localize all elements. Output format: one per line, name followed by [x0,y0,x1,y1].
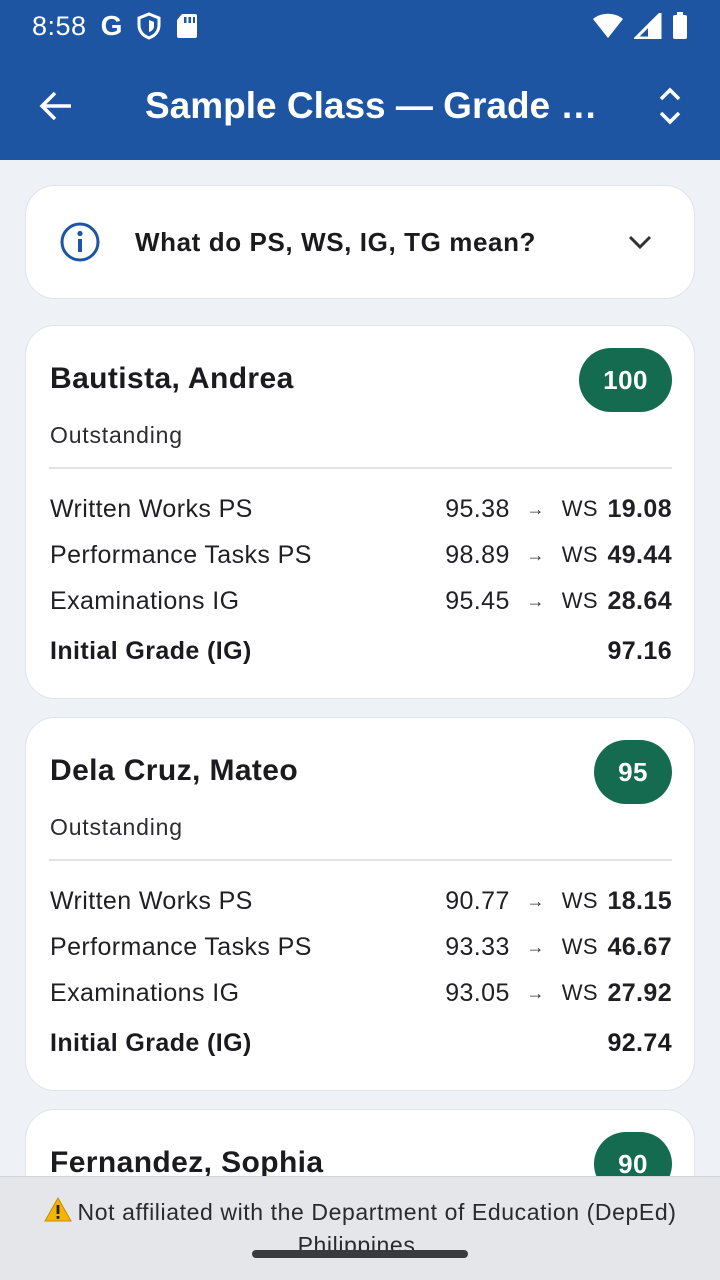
warning-icon [43,1197,72,1222]
google-icon: G [100,10,123,41]
component-rows: Written Works PS 95.38 → WS 19.08 Perfor… [50,486,672,624]
weighted-score: 19.08 [607,494,672,523]
student-card-header: Dela Cruz, Mateo 95 [26,718,694,828]
initial-grade-value: 97.16 [607,637,672,665]
status-right-icons [592,12,688,40]
component-row: Performance Tasks PS 98.89 → WS 49.44 [50,532,672,578]
arrow-right-icon: → [526,890,545,911]
student-name: Dela Cruz, Mateo [50,754,299,787]
initial-grade-label: Initial Grade (IG) [50,637,252,665]
ws-label: WS [561,980,598,1005]
grade-badge: 100 [579,348,672,412]
weighted-score: 49.44 [607,540,672,569]
battery-icon [673,12,687,39]
grade-badge: 90 [594,1132,672,1176]
initial-grade-label: Initial Grade (IG) [50,1029,252,1057]
unfold-icon [659,87,681,125]
wifi-icon [593,13,623,38]
status-time: 8:58 [32,10,87,41]
arrow-right-icon: → [526,590,545,611]
arrow-right-icon: → [526,498,545,519]
shield-icon [137,12,161,40]
weighted-score: 18.15 [607,886,672,915]
percentage-score: 95.38 [445,494,510,523]
legend-expander[interactable]: What do PS, WS, IG, TG mean? [25,185,695,299]
chevron-down-icon [628,235,652,250]
status-bar: 8:58 G [0,0,720,52]
component-label: Examinations IG [50,586,240,615]
percentage-score: 93.33 [445,932,510,961]
component-rows: Written Works PS 90.77 → WS 18.15 Perfor… [50,878,672,1016]
weighted-score: 27.92 [607,978,672,1007]
legend-question: What do PS, WS, IG, TG mean? [135,226,537,257]
ws-label: WS [561,542,598,567]
signal-icon [634,13,662,39]
component-row: Written Works PS 90.77 → WS 18.15 [50,878,672,924]
component-label: Examinations IG [50,978,240,1007]
initial-grade-row: Initial Grade (IG) 92.74 [50,1029,672,1058]
percentage-score: 90.77 [445,886,510,915]
sort-toggle-button[interactable] [620,52,720,160]
initial-grade-row: Initial Grade (IG) 97.16 [50,637,672,666]
app-bar: Sample Class — Grade … [0,52,720,160]
component-label: Written Works PS [50,886,253,915]
percentage-score: 95.45 [445,586,510,615]
student-card[interactable]: Fernandez, Sophia 90 [25,1109,695,1176]
component-label: Performance Tasks PS [50,540,312,569]
arrow-right-icon: → [526,544,545,565]
percentage-score: 93.05 [445,978,510,1007]
arrow-right-icon: → [526,936,545,957]
initial-grade-value: 92.74 [607,1029,672,1057]
disclaimer-banner: Not affiliated with the Department of Ed… [0,1176,720,1280]
percentage-score: 98.89 [445,540,510,569]
arrow-back-icon [39,91,71,121]
ws-label: WS [561,588,598,613]
grade-descriptor: Outstanding [50,422,183,448]
student-card[interactable]: Bautista, Andrea 100 Outstanding Written… [25,325,695,699]
component-row: Performance Tasks PS 93.33 → WS 46.67 [50,924,672,970]
ws-label: WS [561,934,598,959]
back-button[interactable] [0,52,112,160]
page-title: Sample Class — Grade … [145,85,598,126]
weighted-score: 28.64 [607,586,672,615]
student-name: Bautista, Andrea [50,362,294,395]
component-row: Written Works PS 95.38 → WS 19.08 [50,486,672,532]
ws-label: WS [561,496,598,521]
divider [49,467,672,469]
student-card[interactable]: Dela Cruz, Mateo 95 Outstanding Written … [25,717,695,1091]
component-row: Examinations IG 93.05 → WS 27.92 [50,970,672,1016]
student-list[interactable]: What do PS, WS, IG, TG mean? Bautista, A… [0,160,720,1176]
component-label: Performance Tasks PS [50,932,312,961]
student-card-header: Bautista, Andrea 100 [26,326,694,436]
divider [49,859,672,861]
student-card-header: Fernandez, Sophia 90 [26,1110,694,1176]
grade-descriptor: Outstanding [50,814,183,840]
component-label: Written Works PS [50,494,253,523]
ws-label: WS [561,888,598,913]
component-row: Examinations IG 95.45 → WS 28.64 [50,578,672,624]
grade-badge: 95 [594,740,672,804]
info-icon [60,222,100,262]
arrow-right-icon: → [526,982,545,1003]
student-name: Fernandez, Sophia [50,1146,324,1176]
weighted-score: 46.67 [607,932,672,961]
status-left-icons: G [101,10,199,42]
sd-card-icon [177,14,198,38]
gesture-bar[interactable] [252,1250,468,1258]
